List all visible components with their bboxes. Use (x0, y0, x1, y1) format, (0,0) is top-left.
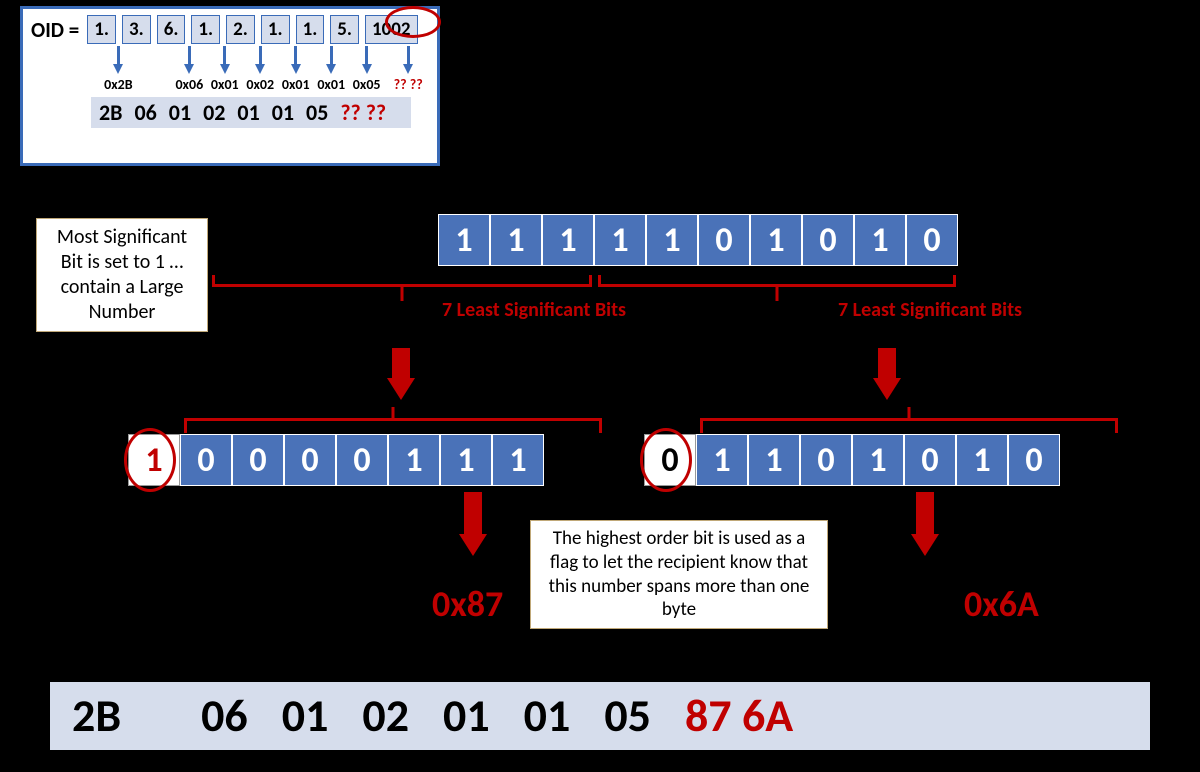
arrow-byte2-hex (916, 492, 939, 556)
oid-part: 5. (330, 15, 359, 44)
byte1-flag-bit: 1 (128, 434, 180, 486)
hex-label: 0x02 (246, 76, 275, 93)
arrow-to-byte2 (878, 348, 901, 400)
bit: 1 (696, 434, 748, 486)
bit: 1 (594, 214, 646, 266)
final-byte: 2B (72, 688, 121, 744)
bit: 1 (956, 434, 1008, 486)
final-byte-encoded: 87 6A (685, 688, 793, 744)
bit: 1 (440, 434, 492, 486)
bit: 0 (802, 214, 854, 266)
final-byte: 05 (604, 688, 651, 744)
final-byte: 01 (524, 688, 571, 744)
bit: 0 (906, 214, 958, 266)
byte: 02 (203, 99, 225, 126)
byte-unknown: ?? ?? (340, 99, 386, 126)
byte1-row: 1 0 0 0 0 1 1 1 (128, 434, 544, 486)
byte: 2B (99, 99, 122, 126)
byte2-row: 0 1 1 0 1 0 1 0 (644, 434, 1060, 486)
hex-label: 0x01 (281, 76, 310, 93)
bit: 0 (1008, 434, 1060, 486)
caption-7lsb-right: 7 Least Significant Bits (838, 298, 1028, 322)
oid-part: 1. (261, 15, 290, 44)
flag-note: The highest order bit is used as a flag … (530, 520, 828, 629)
bracket-right (598, 284, 956, 287)
byte1-hex: 0x87 (432, 582, 503, 626)
arrow-to-byte1 (392, 348, 415, 400)
oid-label: OID = (31, 17, 79, 43)
bit: 1 (852, 434, 904, 486)
bit: 1 (748, 434, 800, 486)
final-byte: 02 (362, 688, 409, 744)
hex-label: 0x01 (316, 76, 345, 93)
oid-byte-row: 2B 06 01 02 01 01 05 ?? ?? (91, 97, 411, 128)
final-byte: 01 (282, 688, 329, 744)
oid-part-large: 1002 (365, 15, 418, 44)
oid-arrows (95, 46, 429, 74)
bit: 1 (542, 214, 594, 266)
bit: 0 (800, 434, 852, 486)
oid-part: 1. (296, 15, 325, 44)
caption-7lsb-left: 7 Least Significant Bits (442, 298, 632, 322)
oid-part: 2. (226, 15, 255, 44)
bit: 1 (750, 214, 802, 266)
oid-hex-row: 0x2B 0x06 0x01 0x02 0x01 0x01 0x05 ?? ?? (95, 76, 429, 93)
bit: 1 (854, 214, 906, 266)
hex-label: 0x05 (352, 76, 381, 93)
byte: 06 (134, 99, 156, 126)
byte: 01 (169, 99, 191, 126)
final-byte: 01 (443, 688, 490, 744)
oid-part: 6. (157, 15, 186, 44)
bit: 0 (698, 214, 750, 266)
bit: 1 (388, 434, 440, 486)
oid-part: 1. (191, 15, 220, 44)
binary-1002: 1 1 1 1 1 0 1 0 1 0 (438, 214, 958, 266)
oid-part: 3. (122, 15, 151, 44)
oid-part: 1. (87, 15, 116, 44)
bit: 1 (438, 214, 490, 266)
byte2-hex: 0x6A (964, 582, 1039, 626)
bracket-over-byte1 (184, 418, 602, 421)
oid-panel: OID = 1. 3. 6. 1. 2. 1. 1. 5. 1002 0x2B … (20, 6, 440, 166)
final-byte: 06 (201, 688, 248, 744)
bracket-left (212, 284, 592, 287)
hex-label-unknown: ?? ?? (387, 76, 429, 93)
msb-note: Most Significant Bit is set to 1 … conta… (36, 218, 208, 332)
byte2-flag-bit: 0 (644, 434, 696, 486)
final-byte-bar: 2B 06 01 02 01 01 05 87 6A (50, 682, 1150, 750)
bit: 0 (232, 434, 284, 486)
bit: 0 (904, 434, 956, 486)
byte: 01 (237, 99, 259, 126)
byte: 01 (272, 99, 294, 126)
arrow-byte1-hex (464, 492, 487, 556)
hex-label: 0x06 (175, 76, 204, 93)
bit: 1 (490, 214, 542, 266)
bracket-over-byte2 (700, 418, 1118, 421)
bit: 0 (180, 434, 232, 486)
hex-label: 0x2B (95, 76, 142, 93)
bit: 0 (284, 434, 336, 486)
oid-row: OID = 1. 3. 6. 1. 2. 1. 1. 5. 1002 (31, 15, 429, 44)
bit: 0 (336, 434, 388, 486)
bit: 1 (492, 434, 544, 486)
byte: 05 (306, 99, 328, 126)
hex-label: 0x01 (210, 76, 239, 93)
bit: 1 (646, 214, 698, 266)
